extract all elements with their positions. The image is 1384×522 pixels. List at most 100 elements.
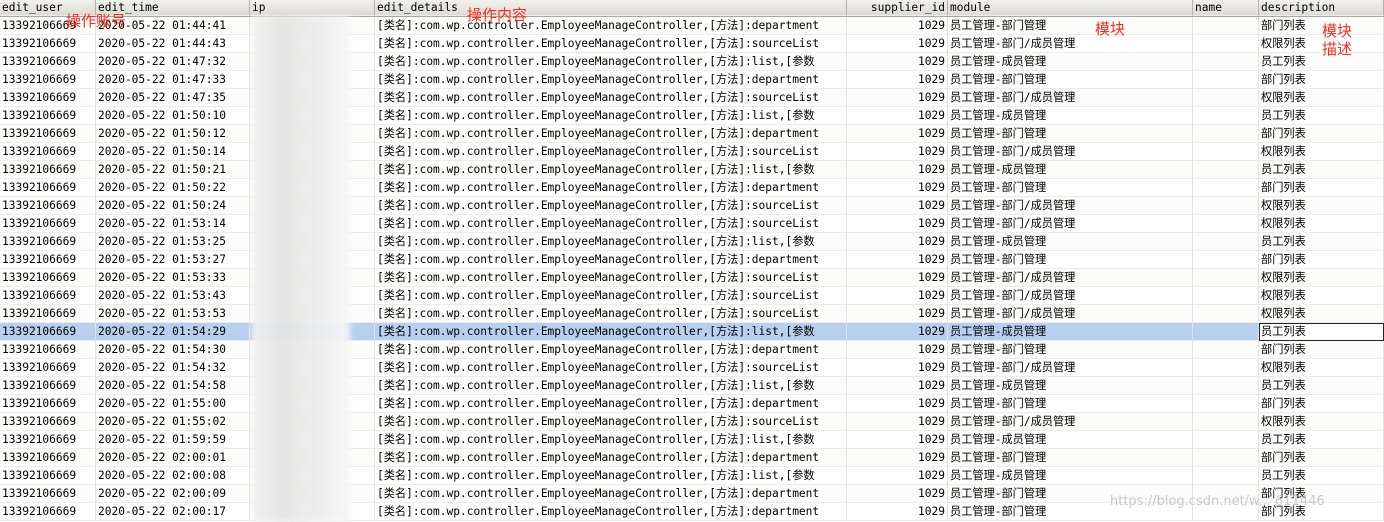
table-row[interactable]: 13392106669 2020-05-22 01:50:12 [类名]:com.w… <box>0 125 1384 143</box>
table-row[interactable]: 13392106669 2020-05-22 01:44:41 [类名]:com.w… <box>0 17 1384 35</box>
table-row[interactable]: 13392106669 2020-05-22 01:54:30 [类名]:com.w… <box>0 341 1384 359</box>
cell-supplier-id[interactable]: 1029 <box>847 413 948 431</box>
cell-edit-user[interactable]: 13392106669 <box>0 179 96 197</box>
column-header-ip[interactable]: ip <box>250 0 375 16</box>
cell-module[interactable]: 员工管理-部门/成员管理 <box>948 413 1193 431</box>
cell-edit-details[interactable]: [类名]:com.wp.controller.EmployeeManageCon… <box>375 359 847 377</box>
cell-module[interactable]: 员工管理-部门/成员管理 <box>948 359 1193 377</box>
cell-edit-user[interactable]: 13392106669 <box>0 377 96 395</box>
cell-edit-time[interactable]: 2020-05-22 01:53:25 <box>96 233 250 251</box>
cell-description[interactable]: 部门列表 <box>1259 251 1384 269</box>
cell-edit-details[interactable]: [类名]:com.wp.controller.EmployeeManageCon… <box>375 143 847 161</box>
cell-module[interactable]: 员工管理-部门/成员管理 <box>948 143 1193 161</box>
table-row[interactable]: 13392106669 2020-05-22 01:54:32 [类名]:com.w… <box>0 359 1384 377</box>
cell-edit-details[interactable]: [类名]:com.wp.controller.EmployeeManageCon… <box>375 467 847 485</box>
cell-description[interactable]: 员工列表 <box>1259 107 1384 125</box>
table-row[interactable]: 13392106669 2020-05-22 01:53:53 [类名]:com.w… <box>0 305 1384 323</box>
cell-edit-details[interactable]: [类名]:com.wp.controller.EmployeeManageCon… <box>375 341 847 359</box>
cell-edit-details[interactable]: [类名]:com.wp.controller.EmployeeManageCon… <box>375 17 847 35</box>
cell-edit-details[interactable]: [类名]:com.wp.controller.EmployeeManageCon… <box>375 449 847 467</box>
cell-module[interactable]: 员工管理-部门/成员管理 <box>948 89 1193 107</box>
cell-edit-details[interactable]: [类名]:com.wp.controller.EmployeeManageCon… <box>375 431 847 449</box>
cell-edit-time[interactable]: 2020-05-22 01:53:27 <box>96 251 250 269</box>
cell-description[interactable]: 部门列表 <box>1259 449 1384 467</box>
cell-edit-details[interactable]: [类名]:com.wp.controller.EmployeeManageCon… <box>375 125 847 143</box>
cell-description[interactable]: 部门列表 <box>1259 125 1384 143</box>
cell-edit-details[interactable]: [类名]:com.wp.controller.EmployeeManageCon… <box>375 413 847 431</box>
cell-edit-time[interactable]: 2020-05-22 01:55:02 <box>96 413 250 431</box>
cell-edit-user[interactable]: 13392106669 <box>0 287 96 305</box>
table-row[interactable]: 13392106669 2020-05-22 01:53:14 [类名]:com.w… <box>0 215 1384 233</box>
cell-edit-user[interactable]: 13392106669 <box>0 35 96 53</box>
cell-supplier-id[interactable]: 1029 <box>847 71 948 89</box>
cell-description[interactable]: 权限列表 <box>1259 305 1384 323</box>
cell-name[interactable] <box>1193 431 1259 449</box>
cell-edit-details[interactable]: [类名]:com.wp.controller.EmployeeManageCon… <box>375 503 847 521</box>
cell-supplier-id[interactable]: 1029 <box>847 287 948 305</box>
cell-edit-time[interactable]: 2020-05-22 01:55:00 <box>96 395 250 413</box>
cell-description[interactable]: 权限列表 <box>1259 215 1384 233</box>
cell-edit-user[interactable]: 13392106669 <box>0 449 96 467</box>
cell-name[interactable] <box>1193 467 1259 485</box>
table-row[interactable]: 13392106669 2020-05-22 01:50:24 [类名]:com.w… <box>0 197 1384 215</box>
cell-edit-details[interactable]: [类名]:com.wp.controller.EmployeeManageCon… <box>375 233 847 251</box>
cell-edit-time[interactable]: 2020-05-22 01:53:33 <box>96 269 250 287</box>
column-header-edit-details[interactable]: edit_details <box>375 0 847 16</box>
cell-edit-user[interactable]: 13392106669 <box>0 71 96 89</box>
cell-edit-time[interactable]: 2020-05-22 01:54:30 <box>96 341 250 359</box>
cell-edit-user[interactable]: 13392106669 <box>0 305 96 323</box>
cell-description[interactable]: 权限列表 <box>1259 359 1384 377</box>
table-row[interactable]: 13392106669 2020-05-22 02:00:08 [类名]:com.w… <box>0 467 1384 485</box>
cell-name[interactable] <box>1193 287 1259 305</box>
cell-module[interactable]: 员工管理-部门管理 <box>948 449 1193 467</box>
cell-supplier-id[interactable]: 1029 <box>847 143 948 161</box>
cell-edit-details[interactable]: [类名]:com.wp.controller.EmployeeManageCon… <box>375 53 847 71</box>
cell-edit-time[interactable]: 2020-05-22 02:00:08 <box>96 467 250 485</box>
cell-supplier-id[interactable]: 1029 <box>847 377 948 395</box>
cell-supplier-id[interactable]: 1029 <box>847 179 948 197</box>
table-row[interactable]: 13392106669 2020-05-22 01:53:43 [类名]:com.w… <box>0 287 1384 305</box>
cell-edit-details[interactable]: [类名]:com.wp.controller.EmployeeManageCon… <box>375 179 847 197</box>
cell-edit-time[interactable]: 2020-05-22 01:59:59 <box>96 431 250 449</box>
cell-module[interactable]: 员工管理-部门管理 <box>948 125 1193 143</box>
cell-edit-time[interactable]: 2020-05-22 02:00:09 <box>96 485 250 503</box>
cell-name[interactable] <box>1193 125 1259 143</box>
cell-edit-time[interactable]: 2020-05-22 02:00:17 <box>96 503 250 521</box>
cell-name[interactable] <box>1193 269 1259 287</box>
cell-supplier-id[interactable]: 1029 <box>847 107 948 125</box>
cell-edit-user[interactable]: 13392106669 <box>0 323 96 341</box>
cell-name[interactable] <box>1193 413 1259 431</box>
cell-module[interactable]: 员工管理-成员管理 <box>948 53 1193 71</box>
cell-name[interactable] <box>1193 179 1259 197</box>
table-row[interactable]: 13392106669 2020-05-22 02:00:01 [类名]:com.w… <box>0 449 1384 467</box>
table-row[interactable]: 13392106669 2020-05-22 01:59:59 [类名]:com.w… <box>0 431 1384 449</box>
cell-name[interactable] <box>1193 107 1259 125</box>
cell-module[interactable]: 员工管理-成员管理 <box>948 377 1193 395</box>
cell-supplier-id[interactable]: 1029 <box>847 215 948 233</box>
table-row[interactable]: 13392106669 2020-05-22 01:53:25 [类名]:com.w… <box>0 233 1384 251</box>
cell-edit-details[interactable]: [类名]:com.wp.controller.EmployeeManageCon… <box>375 323 847 341</box>
cell-name[interactable] <box>1193 395 1259 413</box>
cell-edit-user[interactable]: 13392106669 <box>0 413 96 431</box>
cell-supplier-id[interactable]: 1029 <box>847 161 948 179</box>
cell-edit-user[interactable]: 13392106669 <box>0 53 96 71</box>
cell-name[interactable] <box>1193 215 1259 233</box>
cell-supplier-id[interactable]: 1029 <box>847 125 948 143</box>
cell-name[interactable] <box>1193 323 1259 341</box>
cell-supplier-id[interactable]: 1029 <box>847 395 948 413</box>
cell-name[interactable] <box>1193 251 1259 269</box>
cell-name[interactable] <box>1193 71 1259 89</box>
cell-name[interactable] <box>1193 305 1259 323</box>
cell-edit-details[interactable]: [类名]:com.wp.controller.EmployeeManageCon… <box>375 215 847 233</box>
cell-edit-user[interactable]: 13392106669 <box>0 197 96 215</box>
cell-edit-details[interactable]: [类名]:com.wp.controller.EmployeeManageCon… <box>375 89 847 107</box>
cell-edit-user[interactable]: 13392106669 <box>0 395 96 413</box>
cell-edit-time[interactable]: 2020-05-22 01:50:24 <box>96 197 250 215</box>
cell-edit-time[interactable]: 2020-05-22 01:47:32 <box>96 53 250 71</box>
cell-edit-details[interactable]: [类名]:com.wp.controller.EmployeeManageCon… <box>375 161 847 179</box>
cell-edit-user[interactable]: 13392106669 <box>0 107 96 125</box>
cell-module[interactable]: 员工管理-成员管理 <box>948 161 1193 179</box>
cell-edit-time[interactable]: 2020-05-22 01:53:43 <box>96 287 250 305</box>
cell-edit-time[interactable]: 2020-05-22 01:47:35 <box>96 89 250 107</box>
cell-module[interactable]: 员工管理-成员管理 <box>948 107 1193 125</box>
